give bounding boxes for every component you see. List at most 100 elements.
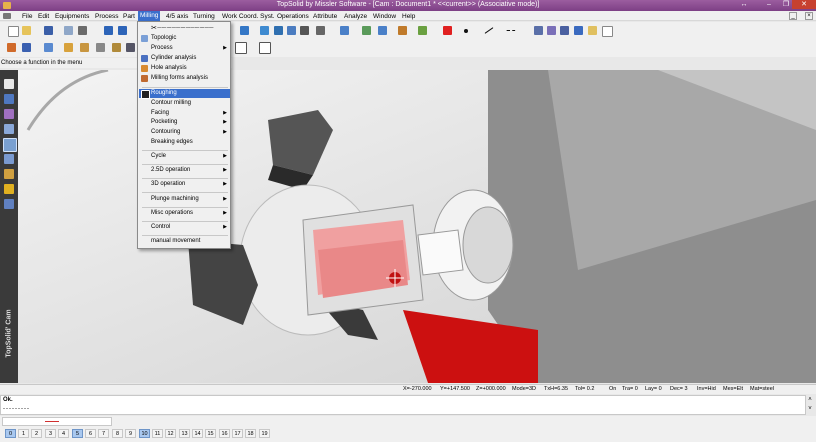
- menuitem-25d-operation[interactable]: 2.5D operation ▶: [139, 166, 230, 175]
- layer-value[interactable]: Lay= 0: [645, 386, 662, 392]
- page-button-18[interactable]: 18: [245, 429, 256, 438]
- shape-icon[interactable]: [4, 94, 14, 104]
- page-button-15[interactable]: 15: [205, 429, 216, 438]
- view-icon[interactable]: [378, 26, 387, 35]
- page-button-0[interactable]: 0: [5, 429, 16, 438]
- txh-value[interactable]: TxH=6.35: [544, 386, 568, 392]
- drafting-icon[interactable]: [4, 124, 14, 134]
- menu-file[interactable]: File: [22, 12, 32, 21]
- menuitem-contour-milling[interactable]: Contour milling: [139, 99, 230, 108]
- page-button-9[interactable]: 9: [125, 429, 136, 438]
- page-icon[interactable]: [602, 26, 613, 37]
- menu-equipments[interactable]: Equipments: [55, 12, 89, 21]
- select-icon[interactable]: [240, 26, 249, 35]
- menuitem-milling-forms-analysis[interactable]: Milling forms analysis: [139, 74, 230, 83]
- layer-icon[interactable]: [534, 26, 543, 35]
- menuitem-cycle[interactable]: Cycle ▶: [139, 152, 230, 161]
- menuitem-3d-operation[interactable]: 3D operation ▶: [139, 180, 230, 189]
- inv-value[interactable]: Inv=Hid: [697, 386, 716, 392]
- tolerance-value[interactable]: Tol= 0.2: [575, 386, 594, 392]
- command-input[interactable]: [2, 417, 112, 426]
- page-button-12[interactable]: 12: [165, 429, 176, 438]
- tool-icon[interactable]: [112, 43, 121, 52]
- pick-icon[interactable]: [260, 26, 269, 35]
- page-button-7[interactable]: 7: [98, 429, 109, 438]
- document-icon[interactable]: [574, 26, 583, 35]
- page-button-6[interactable]: 6: [85, 429, 96, 438]
- redo-icon[interactable]: [118, 26, 127, 35]
- fit-icon[interactable]: [362, 26, 371, 35]
- menuitem-pocketing[interactable]: Pocketing ▶: [139, 118, 230, 127]
- tearoff-handle[interactable]: ✂┈┈┈┈┈┈┈┈┈┈┈┈: [139, 24, 230, 33]
- layer2-icon[interactable]: [547, 26, 556, 35]
- sketch-icon[interactable]: [4, 79, 14, 89]
- trim-icon[interactable]: [274, 26, 283, 35]
- doc-icon[interactable]: [3, 13, 11, 19]
- page-button-10[interactable]: 10: [139, 429, 150, 438]
- simulate-icon[interactable]: [126, 43, 135, 52]
- inner-minimize-button[interactable]: _: [789, 12, 797, 20]
- menuitem-breaking-edges[interactable]: Breaking edges: [139, 138, 230, 147]
- tra-value[interactable]: Tra= 0: [622, 386, 638, 392]
- dec-value[interactable]: Dec= 3: [670, 386, 688, 392]
- menuitem-manual-movement[interactable]: manual movement: [139, 237, 230, 246]
- sheet2-icon[interactable]: [259, 42, 271, 54]
- menuitem-cylinder-analysis[interactable]: Cylinder analysis: [139, 54, 230, 63]
- page-button-17[interactable]: 17: [232, 429, 243, 438]
- material-value[interactable]: Mat=steel: [750, 386, 774, 392]
- page-button-14[interactable]: 14: [192, 429, 203, 438]
- menuitem-facing[interactable]: Facing ▶: [139, 109, 230, 118]
- flag-icon[interactable]: [22, 43, 31, 52]
- undo-icon[interactable]: [104, 26, 113, 35]
- stock-icon[interactable]: [64, 43, 73, 52]
- machine-icon[interactable]: [96, 43, 105, 52]
- page-button-19[interactable]: 19: [259, 429, 270, 438]
- mold-icon[interactable]: [4, 184, 14, 194]
- users-icon[interactable]: [4, 199, 14, 209]
- color-icon[interactable]: [443, 26, 452, 35]
- page-button-16[interactable]: 16: [219, 429, 230, 438]
- menu-process[interactable]: Process: [95, 12, 118, 21]
- mes-value[interactable]: Mes=Elt: [723, 386, 743, 392]
- console-scroll-up-icon[interactable]: ˄: [805, 396, 815, 405]
- cam-tool-icon[interactable]: [7, 43, 16, 52]
- menu-45axis[interactable]: 4/5 axis: [166, 12, 188, 21]
- menu-help[interactable]: Help: [402, 12, 415, 21]
- print-preview-icon[interactable]: [64, 26, 73, 35]
- render-icon[interactable]: [418, 26, 427, 35]
- menu-milling[interactable]: Milling: [138, 11, 161, 21]
- restore-arrows-button[interactable]: ↔: [732, 0, 756, 9]
- point-style-icon[interactable]: [464, 29, 468, 33]
- assembly-icon[interactable]: [4, 154, 14, 164]
- print-icon[interactable]: [78, 26, 87, 35]
- menu-part[interactable]: Part: [123, 12, 135, 21]
- page-button-8[interactable]: 8: [112, 429, 123, 438]
- fixture-icon[interactable]: [80, 43, 89, 52]
- menuitem-hole-analysis[interactable]: Hole analysis: [139, 64, 230, 73]
- line-type-icon[interactable]: [506, 30, 516, 32]
- parameter-icon[interactable]: [300, 26, 309, 35]
- zoom-icon[interactable]: [340, 26, 349, 35]
- menuitem-topologic[interactable]: Topologic: [139, 34, 230, 43]
- part-icon[interactable]: [44, 43, 53, 52]
- page-button-13[interactable]: 13: [179, 429, 190, 438]
- cam-mode-icon[interactable]: [3, 138, 17, 152]
- mode-value[interactable]: Mode=3D: [512, 386, 536, 392]
- page-button-1[interactable]: 1: [18, 429, 29, 438]
- menu-attribute[interactable]: Attribute: [313, 12, 337, 21]
- console-scroll-down-icon[interactable]: ˅: [805, 405, 815, 414]
- menuitem-roughing[interactable]: Roughing: [139, 89, 230, 99]
- menu-analyze[interactable]: Analyze: [344, 12, 367, 21]
- menu-operations[interactable]: Operations: [277, 12, 309, 21]
- menu-work-coord[interactable]: Work Coord. Syst.: [222, 12, 275, 21]
- menu-edit[interactable]: Edit: [38, 12, 49, 21]
- menu-window[interactable]: Window: [373, 12, 396, 21]
- shading-icon[interactable]: [398, 26, 407, 35]
- notes-icon[interactable]: [588, 26, 597, 35]
- line-style-icon[interactable]: [484, 27, 494, 34]
- electrode-icon[interactable]: [4, 169, 14, 179]
- new-icon[interactable]: [8, 26, 19, 37]
- menuitem-contouring[interactable]: Contouring ▶: [139, 128, 230, 137]
- surface-icon[interactable]: [4, 109, 14, 119]
- page-button-4[interactable]: 4: [58, 429, 69, 438]
